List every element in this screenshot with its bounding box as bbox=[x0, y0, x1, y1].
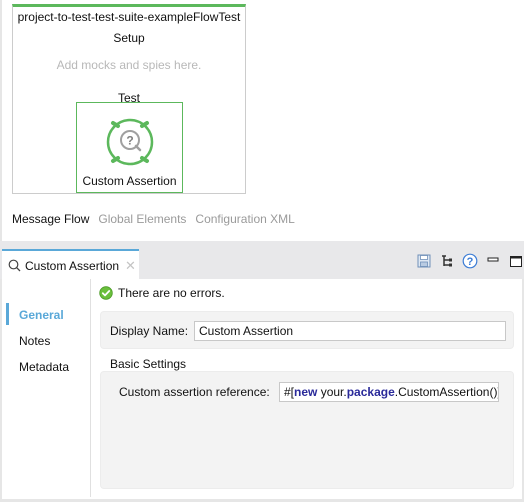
nav-active-indicator bbox=[6, 303, 9, 325]
panel-toolbar: ? bbox=[416, 253, 524, 269]
search-icon bbox=[8, 259, 21, 272]
reference-keyword-package: package bbox=[346, 385, 395, 399]
validation-status: There are no errors. bbox=[99, 286, 225, 300]
properties-tab-bar: Custom Assertion ✕ ? bbox=[0, 241, 524, 280]
minimize-icon[interactable] bbox=[485, 253, 501, 269]
reference-input[interactable]: #[new your.package.CustomAssertion()] bbox=[279, 382, 499, 402]
custom-assertion-component[interactable]: ? Custom Assertion bbox=[76, 102, 183, 193]
status-text: There are no errors. bbox=[118, 286, 225, 300]
properties-panel: General Notes Metadata There are no erro… bbox=[0, 279, 524, 502]
editor-tabs: Message Flow Global Elements Configurati… bbox=[12, 212, 295, 226]
properties-nav: General Notes Metadata bbox=[4, 279, 91, 497]
tab-message-flow[interactable]: Message Flow bbox=[12, 212, 89, 226]
reference-keyword-new: new bbox=[294, 385, 318, 399]
tab-configuration-xml[interactable]: Configuration XML bbox=[195, 212, 294, 226]
custom-assertion-icon: ? bbox=[106, 118, 154, 166]
properties-tab-label: Custom Assertion bbox=[25, 258, 120, 273]
save-icon[interactable] bbox=[416, 253, 432, 269]
check-circle-icon bbox=[99, 286, 113, 300]
reference-suffix: .CustomAssertion()] bbox=[394, 385, 499, 399]
nav-item-metadata[interactable]: Metadata bbox=[19, 360, 69, 374]
component-label: Custom Assertion bbox=[82, 174, 177, 188]
display-name-label: Display Name: bbox=[110, 324, 189, 338]
close-icon[interactable]: ✕ bbox=[125, 258, 136, 274]
reference-prefix: #[ bbox=[284, 385, 295, 399]
reference-label: Custom assertion reference: bbox=[119, 385, 270, 399]
flow-canvas: project-to-test-test-suite-exampleFlowTe… bbox=[0, 0, 524, 241]
basic-settings-heading: Basic Settings bbox=[110, 357, 187, 371]
svg-text:?: ? bbox=[467, 256, 474, 268]
flow-title: project-to-test-test-suite-exampleFlowTe… bbox=[17, 10, 241, 24]
help-icon[interactable]: ? bbox=[462, 253, 478, 269]
tab-global-elements[interactable]: Global Elements bbox=[98, 212, 186, 226]
test-flow-container[interactable]: project-to-test-test-suite-exampleFlowTe… bbox=[12, 4, 246, 194]
maximize-icon[interactable] bbox=[508, 253, 524, 269]
tree-icon[interactable] bbox=[439, 253, 455, 269]
setup-hint: Add mocks and spies here. bbox=[56, 58, 202, 72]
svg-text:?: ? bbox=[126, 134, 133, 148]
properties-tab[interactable]: Custom Assertion ✕ bbox=[2, 249, 139, 280]
setup-section-label: Setup bbox=[113, 31, 145, 45]
display-name-input[interactable]: Custom Assertion bbox=[194, 321, 506, 341]
nav-item-general[interactable]: General bbox=[19, 308, 64, 322]
reference-mid: your. bbox=[317, 385, 347, 399]
nav-item-notes[interactable]: Notes bbox=[19, 334, 50, 348]
